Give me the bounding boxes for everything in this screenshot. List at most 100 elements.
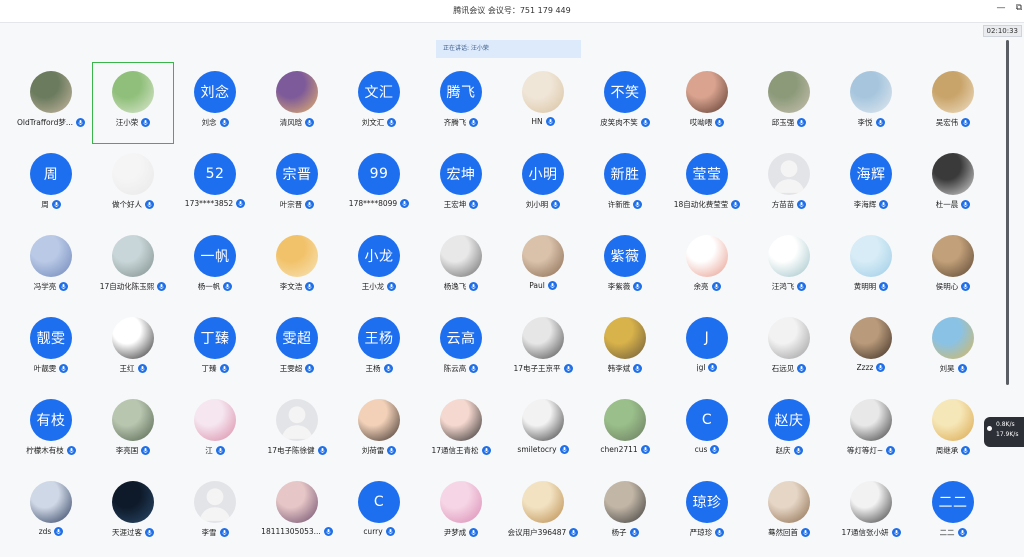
participant-tile[interactable]: 李亮国	[92, 390, 174, 472]
microphone-icon	[551, 200, 561, 209]
participant-tile[interactable]: 李悦	[830, 62, 912, 144]
participant-tile[interactable]: 李雪	[174, 472, 256, 554]
participant-tile[interactable]: 宗晋 叶宗晋	[256, 144, 338, 226]
participant-tile[interactable]: 新胜 许新胜	[584, 144, 666, 226]
participant-tile[interactable]: 17电子王京平	[502, 308, 584, 390]
participant-tile[interactable]: 一帆 杨一帆	[174, 226, 256, 308]
participant-tile[interactable]: 王红	[92, 308, 174, 390]
participant-tile[interactable]: 侯明心	[912, 226, 994, 308]
participant-tile[interactable]: 天涯过客	[92, 472, 174, 554]
participant-name-text: 杜一晨	[935, 200, 959, 209]
participant-tile[interactable]: 琼珍 严琼珍	[666, 472, 748, 554]
microphone-icon	[876, 363, 886, 372]
participant-tile[interactable]: 文汇 刘文汇	[338, 62, 420, 144]
participant-tile[interactable]: 哎呦喂	[666, 62, 748, 144]
participant-tile[interactable]: 吴宏伟	[912, 62, 994, 144]
avatar-photo	[850, 481, 892, 523]
participant-tile[interactable]: 杨子	[584, 472, 666, 554]
avatar-initials: 52	[194, 153, 236, 195]
participant-name: HN	[531, 117, 555, 126]
participant-tile[interactable]: HN	[502, 62, 584, 144]
network-speed-widget[interactable]: 0.8K/s 17.9K/s	[984, 417, 1024, 447]
participant-tile[interactable]: 刘昊	[912, 308, 994, 390]
participant-tile[interactable]: 小明 刘小明	[502, 144, 584, 226]
participant-tile[interactable]: 18111305053...	[256, 472, 338, 554]
participant-name: chen2711	[600, 445, 650, 454]
participant-tile[interactable]: Ccurry	[338, 472, 420, 554]
participant-name: 刘文汇	[362, 117, 397, 128]
participant-tile[interactable]: 17自动化陈玉熙	[92, 226, 174, 308]
participant-tile[interactable]: 蓦然回首	[748, 472, 830, 554]
participant-tile[interactable]: 等灯等灯~	[830, 390, 912, 472]
participant-tile[interactable]: 汪鸿飞	[748, 226, 830, 308]
participant-tile[interactable]: 方苗苗	[748, 144, 830, 226]
participant-tile[interactable]: 17电子陈徐健	[256, 390, 338, 472]
participant-tile[interactable]: 有枝 柠檬木有枝	[10, 390, 92, 472]
participant-tile[interactable]: 周继承	[912, 390, 994, 472]
participant-tile[interactable]: 杨逸飞	[420, 226, 502, 308]
participant-tile[interactable]: 汪小荣	[92, 62, 174, 144]
participant-tile[interactable]: 杜一晨	[912, 144, 994, 226]
participant-tile[interactable]: 韩李斌	[584, 308, 666, 390]
participant-tile[interactable]: 会议用户396487	[502, 472, 584, 554]
microphone-icon	[797, 364, 807, 373]
participant-tile[interactable]: 99 178****8099	[338, 144, 420, 226]
participant-tile[interactable]: 石远见	[748, 308, 830, 390]
participant-name: 杨一帆	[198, 281, 233, 292]
participant-tile[interactable]: 周周	[10, 144, 92, 226]
minimize-button[interactable]: —	[995, 3, 1007, 13]
participant-name-text: OldTrafford梦...	[16, 118, 74, 127]
microphone-icon	[801, 528, 810, 537]
participant-tile[interactable]: 邱玉强	[748, 62, 830, 144]
participant-tile[interactable]: 腾飞 齐腾飞	[420, 62, 502, 144]
participant-name: 李海辉	[854, 199, 889, 210]
participant-name: 天涯过客	[112, 527, 154, 538]
participant-tile[interactable]: 海辉 李海辉	[830, 144, 912, 226]
participant-name-text: 侯明心	[935, 282, 959, 291]
participant-tile[interactable]: zds	[10, 472, 92, 554]
participant-tile[interactable]: 做个好人	[92, 144, 174, 226]
participant-tile[interactable]: Paul	[502, 226, 584, 308]
participant-tile[interactable]: chen2711	[584, 390, 666, 472]
participant-tile[interactable]: 靓雯 叶靓雯	[10, 308, 92, 390]
participant-tile[interactable]: 王杨 王杨	[338, 308, 420, 390]
participant-tile[interactable]: OldTrafford梦...	[10, 62, 92, 144]
participant-tile[interactable]: 清风晗	[256, 62, 338, 144]
participant-tile[interactable]: 52 173****3852	[174, 144, 256, 226]
participant-tile[interactable]: 云高 陈云高	[420, 308, 502, 390]
participant-tile[interactable]: 不笑 皮笑肉不笑	[584, 62, 666, 144]
participant-tile[interactable]: 丁臻 丁臻	[174, 308, 256, 390]
participant-tile[interactable]: Jjgl	[666, 308, 748, 390]
avatar-photo	[112, 71, 154, 113]
participant-tile[interactable]: 宏坤 王宏坤	[420, 144, 502, 226]
avatar-initials: 文汇	[358, 71, 400, 113]
participant-tile[interactable]: 紫薇 李紫薇	[584, 226, 666, 308]
participant-tile[interactable]: 江	[174, 390, 256, 472]
participant-name-text: 叶靓雯	[33, 364, 57, 373]
participant-tile[interactable]: 李文浩	[256, 226, 338, 308]
participant-tile[interactable]: 雯超 王雯超	[256, 308, 338, 390]
microphone-icon	[219, 528, 229, 537]
participant-tile[interactable]: 小龙 王小龙	[338, 226, 420, 308]
participant-tile[interactable]: 二二 二二	[912, 472, 994, 554]
participant-name-text: 余亮	[693, 282, 709, 291]
participant-tile[interactable]: Zzzz	[830, 308, 912, 390]
microphone-icon	[961, 446, 971, 455]
avatar-initials: C	[358, 481, 400, 523]
participant-tile[interactable]: 刘荷雷	[338, 390, 420, 472]
participant-tile[interactable]: Ccus	[666, 390, 748, 472]
avatar-initials: 云高	[440, 317, 482, 359]
participant-tile[interactable]: 17通信王青松	[420, 390, 502, 472]
participant-tile[interactable]: 赵庆 赵庆	[748, 390, 830, 472]
participant-tile[interactable]: 余亮	[666, 226, 748, 308]
participant-tile[interactable]: 黄明明	[830, 226, 912, 308]
participant-tile[interactable]: 17通信张小妍	[830, 472, 912, 554]
participant-tile[interactable]: smiletocry	[502, 390, 584, 472]
restore-button[interactable]: ⧉	[1013, 3, 1024, 13]
network-status-icon	[987, 426, 992, 431]
participant-tile[interactable]: 刘念 刘念	[174, 62, 256, 144]
participant-tile[interactable]: 冯学亮	[10, 226, 92, 308]
scrollbar[interactable]	[1006, 40, 1009, 385]
participant-tile[interactable]: 尹梦成	[420, 472, 502, 554]
participant-tile[interactable]: 莹莹 18自动化费莹莹	[666, 144, 748, 226]
